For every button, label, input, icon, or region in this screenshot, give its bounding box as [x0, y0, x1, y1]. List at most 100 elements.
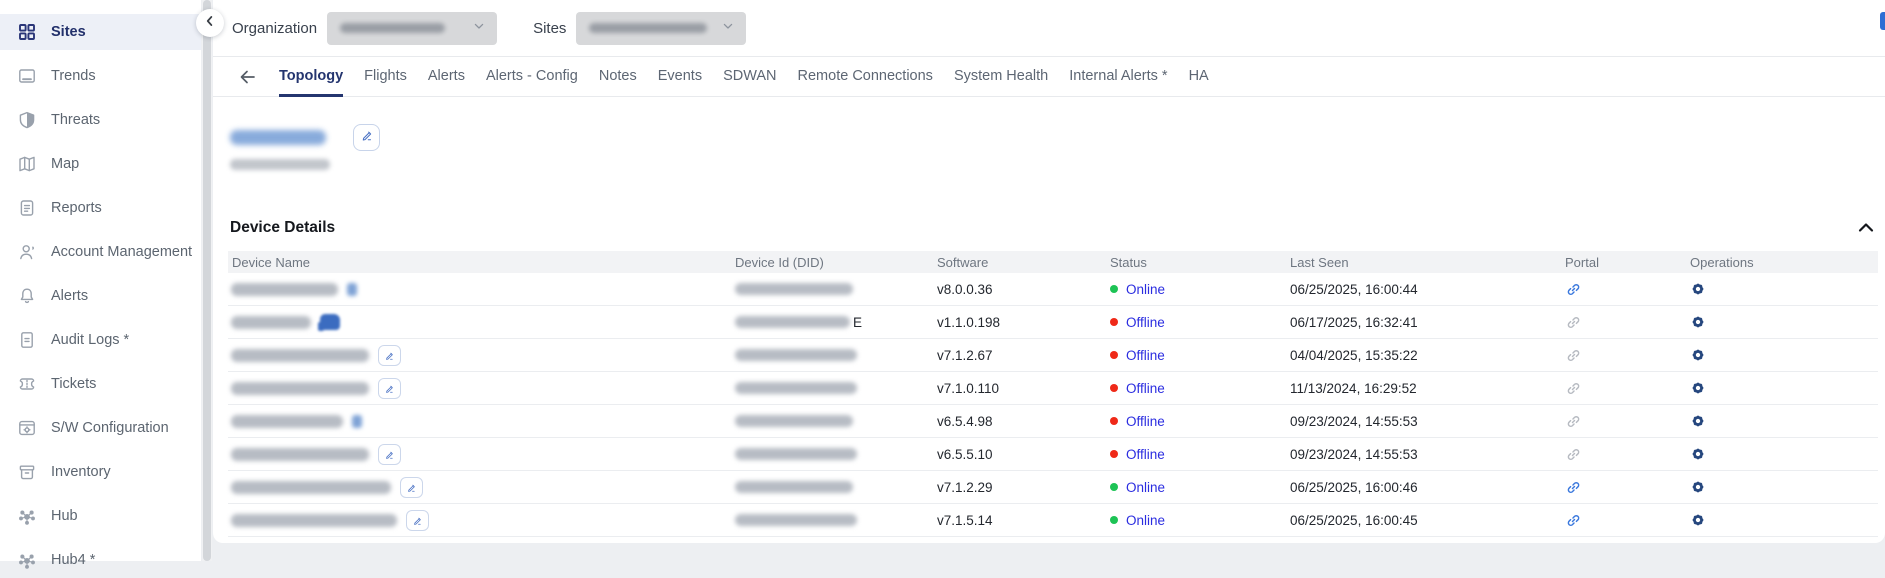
chevron-down-icon [720, 18, 736, 39]
sidebar-item-account-management[interactable]: Account Management [0, 234, 201, 270]
device-id-redacted [735, 415, 853, 427]
site-subtitle-redacted [230, 159, 330, 170]
organization-select[interactable] [327, 12, 497, 45]
edit-site-name-button[interactable] [353, 124, 380, 151]
edit-device-name-button[interactable] [406, 510, 429, 531]
table-row[interactable]: v6.5.5.10 Offline 09/23/2024, 14:55:53 [228, 438, 1878, 471]
portal-link-icon[interactable] [1565, 314, 1582, 331]
scrollbar-thumb[interactable] [203, 0, 211, 561]
software-version: v7.1.0.110 [933, 381, 1106, 396]
sidebar-item-reports[interactable]: Reports [0, 190, 201, 226]
device-name-redacted [231, 448, 369, 461]
sidebar-item-label: Hub4 * [51, 552, 95, 568]
sidebar-item-map[interactable]: Map [0, 146, 201, 182]
sidebar-item-s-w-configuration[interactable]: S/W Configuration [0, 410, 201, 446]
sidebar-item-label: Alerts [51, 288, 88, 304]
last-seen: 06/25/2025, 16:00:44 [1286, 282, 1561, 297]
operations-gear-icon[interactable] [1690, 479, 1706, 495]
tab-ha[interactable]: HA [1189, 57, 1209, 97]
device-name-redacted [231, 349, 369, 362]
sidebar-item-threats[interactable]: Threats [0, 102, 201, 138]
sidebar-item-sites[interactable]: Sites [0, 14, 201, 50]
tab-remote-connections[interactable]: Remote Connections [798, 57, 933, 97]
collapse-sidebar-button[interactable] [196, 9, 224, 37]
operations-gear-icon[interactable] [1690, 512, 1706, 528]
pencil-icon [360, 128, 374, 147]
last-seen: 04/04/2025, 15:35:22 [1286, 348, 1561, 363]
tab-events[interactable]: Events [658, 57, 702, 97]
operations-gear-icon[interactable] [1690, 446, 1706, 462]
software-version: v1.1.0.198 [933, 315, 1106, 330]
sidebar-item-tickets[interactable]: Tickets [0, 366, 201, 402]
user-icon [17, 242, 37, 262]
redacted-badge-icon [352, 415, 362, 428]
status-dot [1110, 483, 1118, 491]
status-text: Offline [1126, 315, 1165, 330]
sidebar-scrollbar[interactable] [202, 0, 212, 561]
software-version: v8.0.0.36 [933, 282, 1106, 297]
edit-device-name-button[interactable] [378, 378, 401, 399]
sites-label: Sites [533, 20, 566, 37]
box-icon [17, 462, 37, 482]
edge-accent [1880, 12, 1885, 30]
portal-link-icon[interactable] [1565, 347, 1582, 364]
table-row[interactable]: v7.1.2.67 Offline 04/04/2025, 15:35:22 [228, 339, 1878, 372]
sidebar-item-hub4[interactable]: Hub4 * [0, 542, 201, 578]
tab-topology[interactable]: Topology [279, 57, 343, 97]
tab-bar: Topology Flights Alerts Alerts - Config Note… [213, 57, 1885, 97]
edit-device-name-button[interactable] [378, 345, 401, 366]
device-id-redacted [735, 283, 853, 295]
operations-gear-icon[interactable] [1690, 281, 1706, 297]
top-bar: Organization Sites [213, 0, 1885, 57]
portal-link-icon[interactable] [1565, 512, 1582, 529]
sidebar-item-alerts[interactable]: Alerts [0, 278, 201, 314]
back-button[interactable] [238, 67, 258, 87]
last-seen: 06/17/2025, 16:32:41 [1286, 315, 1561, 330]
table-row[interactable]: v6.5.4.98 Offline 09/23/2024, 14:55:53 [228, 405, 1878, 438]
tab-sdwan[interactable]: SDWAN [723, 57, 776, 97]
device-name-cell [228, 415, 731, 428]
tab-system-health[interactable]: System Health [954, 57, 1048, 97]
collapse-section-button[interactable] [1856, 218, 1876, 238]
app-root: { "colors": { "accent_navy": "#24356f", … [0, 0, 1885, 561]
column-header-device-id-did: Device Id (DID) [731, 255, 933, 270]
column-header-last-seen: Last Seen [1286, 255, 1561, 270]
sidebar-item-label: Tickets [51, 376, 96, 392]
software-version: v7.1.5.14 [933, 513, 1106, 528]
table-row[interactable]: v7.1.5.14 Online 06/25/2025, 16:00:45 [228, 504, 1878, 537]
status-text: Offline [1126, 447, 1165, 462]
portal-link-icon[interactable] [1565, 413, 1582, 430]
sites-select[interactable] [576, 12, 746, 45]
hub-icon [17, 550, 37, 570]
table-row[interactable]: v7.1.0.110 Offline 11/13/2024, 16:29:52 [228, 372, 1878, 405]
sidebar-item-label: S/W Configuration [51, 420, 169, 436]
portal-link-icon[interactable] [1565, 479, 1582, 496]
table-row[interactable]: E v1.1.0.198 Offline 06/17/2025, 16:32:4… [228, 306, 1878, 339]
tab-flights[interactable]: Flights [364, 57, 407, 97]
sidebar-item-hub[interactable]: Hub [0, 498, 201, 534]
operations-gear-icon[interactable] [1690, 380, 1706, 396]
site-name-redacted[interactable] [230, 130, 326, 145]
portal-link-icon[interactable] [1565, 380, 1582, 397]
edit-device-name-button[interactable] [400, 477, 423, 498]
sidebar-item-trends[interactable]: Trends [0, 58, 201, 94]
portal-link-icon[interactable] [1565, 446, 1582, 463]
monitor-icon [17, 66, 37, 86]
tab-notes[interactable]: Notes [599, 57, 637, 97]
sidebar-item-inventory[interactable]: Inventory [0, 454, 201, 490]
operations-gear-icon[interactable] [1690, 413, 1706, 429]
table-row[interactable]: v7.1.2.29 Online 06/25/2025, 16:00:46 [228, 471, 1878, 504]
sidebar-item-label: Audit Logs * [51, 332, 129, 348]
tab-alerts-config[interactable]: Alerts - Config [486, 57, 578, 97]
operations-gear-icon[interactable] [1690, 347, 1706, 363]
status-cell: Online [1106, 480, 1286, 495]
device-id-cell [731, 448, 933, 460]
portal-link-icon[interactable] [1565, 281, 1582, 298]
tab-internal-alerts[interactable]: Internal Alerts * [1069, 57, 1167, 97]
sidebar-item-audit-logs[interactable]: Audit Logs * [0, 322, 201, 358]
operations-gear-icon[interactable] [1690, 314, 1706, 330]
tab-alerts[interactable]: Alerts [428, 57, 465, 97]
edit-device-name-button[interactable] [378, 444, 401, 465]
table-row[interactable]: v8.0.0.36 Online 06/25/2025, 16:00:44 [228, 273, 1878, 306]
device-id-redacted [735, 316, 850, 328]
